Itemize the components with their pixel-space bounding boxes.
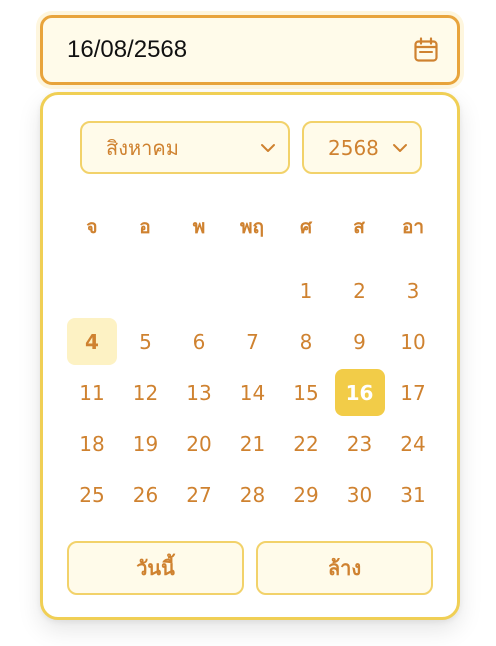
day-cell[interactable]: 13 (174, 369, 224, 416)
calendar-popup: สิงหาคม 2568 จ อ พ พฤ ศ ส อา 1 2 3 4 5 6 7 8 9 10… (40, 92, 460, 620)
day-cell-today[interactable]: 4 (67, 318, 117, 365)
day-cell[interactable]: 28 (228, 471, 278, 518)
day-cell[interactable]: 23 (335, 420, 385, 467)
day-cell-selected[interactable]: 16 (334, 369, 385, 416)
day-cell[interactable]: 1 (281, 267, 331, 314)
day-cell[interactable]: 18 (67, 420, 117, 467)
day-cell[interactable]: 8 (281, 318, 331, 365)
day-cell[interactable]: 7 (228, 318, 278, 365)
today-button[interactable]: วันนี้ (67, 541, 244, 595)
calendar-icon[interactable] (413, 37, 439, 63)
day-cell[interactable]: 27 (174, 471, 224, 518)
day-cell[interactable]: 2 (335, 267, 385, 314)
day-grid: 1 2 3 4 5 6 7 8 9 10 11 12 13 14 15 16 17 18 19 20 21 22 23 24 2… (43, 95, 457, 617)
day-cell[interactable]: 29 (281, 471, 331, 518)
day-cell[interactable]: 20 (174, 420, 224, 467)
day-cell[interactable]: 9 (335, 318, 385, 365)
day-cell[interactable]: 3 (388, 267, 438, 314)
day-cell[interactable]: 30 (335, 471, 385, 518)
day-cell[interactable]: 12 (121, 369, 171, 416)
day-cell[interactable]: 19 (121, 420, 171, 467)
day-cell[interactable]: 26 (121, 471, 171, 518)
day-cell[interactable]: 11 (67, 369, 117, 416)
day-cell[interactable]: 31 (388, 471, 438, 518)
day-cell[interactable]: 10 (388, 318, 438, 365)
day-cell[interactable]: 14 (228, 369, 278, 416)
date-picker: 16/08/2568 สิงหาคม 2568 จ อ พ พฤ ศ ส อา … (0, 0, 496, 646)
day-cell[interactable]: 5 (121, 318, 171, 365)
day-cell[interactable]: 25 (67, 471, 117, 518)
day-cell[interactable]: 22 (281, 420, 331, 467)
day-cell[interactable]: 24 (388, 420, 438, 467)
clear-button[interactable]: ล้าง (256, 541, 433, 595)
day-cell[interactable]: 17 (388, 369, 438, 416)
day-cell[interactable]: 6 (174, 318, 224, 365)
date-input-field[interactable]: 16/08/2568 (40, 15, 460, 85)
day-cell[interactable]: 15 (281, 369, 331, 416)
day-cell[interactable]: 21 (228, 420, 278, 467)
date-input-value: 16/08/2568 (67, 36, 188, 63)
